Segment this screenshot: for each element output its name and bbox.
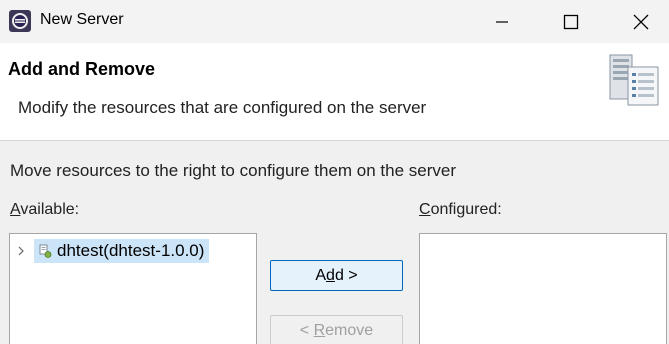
available-label-mnemonic: A bbox=[10, 201, 21, 218]
remove-button-mnemonic: R bbox=[313, 321, 326, 339]
configured-label-mnemonic: C bbox=[419, 201, 431, 218]
page-title: Add and Remove bbox=[8, 59, 156, 79]
maximize-button[interactable] bbox=[548, 0, 594, 43]
configured-label-text: onfigured: bbox=[430, 201, 502, 218]
close-icon bbox=[633, 14, 649, 29]
chevron-right-icon[interactable] bbox=[16, 244, 28, 258]
window-title: New Server bbox=[40, 11, 124, 28]
close-button[interactable] bbox=[618, 0, 664, 43]
configured-label: Configured: bbox=[419, 201, 502, 219]
add-button-post: d > bbox=[334, 266, 358, 284]
server-banner-icon bbox=[606, 51, 669, 111]
add-button-pre: A bbox=[315, 266, 327, 284]
page-description: Modify the resources that are configured… bbox=[18, 98, 427, 117]
remove-button-post: emove bbox=[325, 321, 374, 339]
configured-list[interactable] bbox=[419, 233, 667, 344]
eclipse-app-icon bbox=[9, 10, 31, 32]
wizard-banner: Add and Remove Modify the resources that… bbox=[0, 43, 669, 141]
new-server-dialog: New Server Add and Remove Modify the res… bbox=[0, 0, 669, 344]
title-bar[interactable]: New Server bbox=[0, 0, 669, 43]
instruction-text: Move resources to the right to configure… bbox=[10, 161, 457, 180]
available-label-text: vailable: bbox=[20, 201, 80, 218]
add-button-mnemonic: d bbox=[326, 266, 335, 284]
tree-item-label: dhtest(dhtest-1.0.0) bbox=[57, 241, 205, 260]
minimize-button[interactable] bbox=[479, 0, 525, 43]
available-list[interactable]: dhtest(dhtest-1.0.0) bbox=[9, 233, 257, 344]
minimize-icon bbox=[496, 20, 508, 23]
available-label: Available: bbox=[10, 201, 79, 219]
add-button[interactable]: Add > bbox=[270, 260, 403, 291]
tree-item[interactable]: dhtest(dhtest-1.0.0) bbox=[16, 239, 210, 263]
module-icon bbox=[37, 243, 53, 259]
remove-button-pre: < bbox=[299, 321, 314, 339]
maximize-icon bbox=[563, 14, 579, 29]
remove-button[interactable]: < Remove bbox=[270, 315, 403, 344]
tree-item-selection[interactable]: dhtest(dhtest-1.0.0) bbox=[34, 239, 210, 263]
